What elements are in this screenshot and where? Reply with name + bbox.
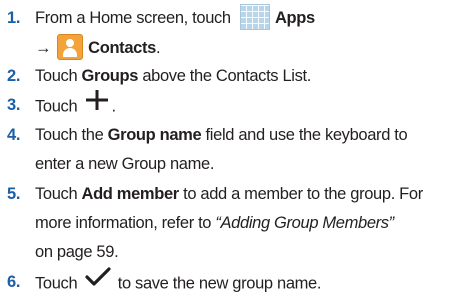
plus-icon	[84, 89, 110, 122]
checkmark-icon	[84, 266, 112, 299]
apps-grid-icon	[239, 3, 270, 30]
step-number: 3.	[7, 96, 21, 114]
apps-label: Apps	[274, 9, 315, 27]
step-number: 5.	[7, 185, 21, 203]
instruction-list: 1. From a Home screen, touch Apps → Conta…	[0, 0, 469, 306]
add-member-label: Add member	[81, 185, 180, 203]
step-number: 4.	[7, 126, 21, 144]
arrow-right-icon: →	[35, 39, 52, 57]
groups-label: Groups	[81, 67, 139, 85]
contacts-app-icon	[57, 33, 84, 60]
step-number: 2.	[7, 67, 21, 85]
group-name-label: Group name	[107, 126, 202, 144]
contacts-label: Contacts	[88, 39, 156, 57]
step-number: 6.	[7, 273, 21, 291]
step-number: 1.	[7, 9, 21, 27]
cross-reference-link[interactable]: “Adding Group Members”	[215, 214, 394, 232]
